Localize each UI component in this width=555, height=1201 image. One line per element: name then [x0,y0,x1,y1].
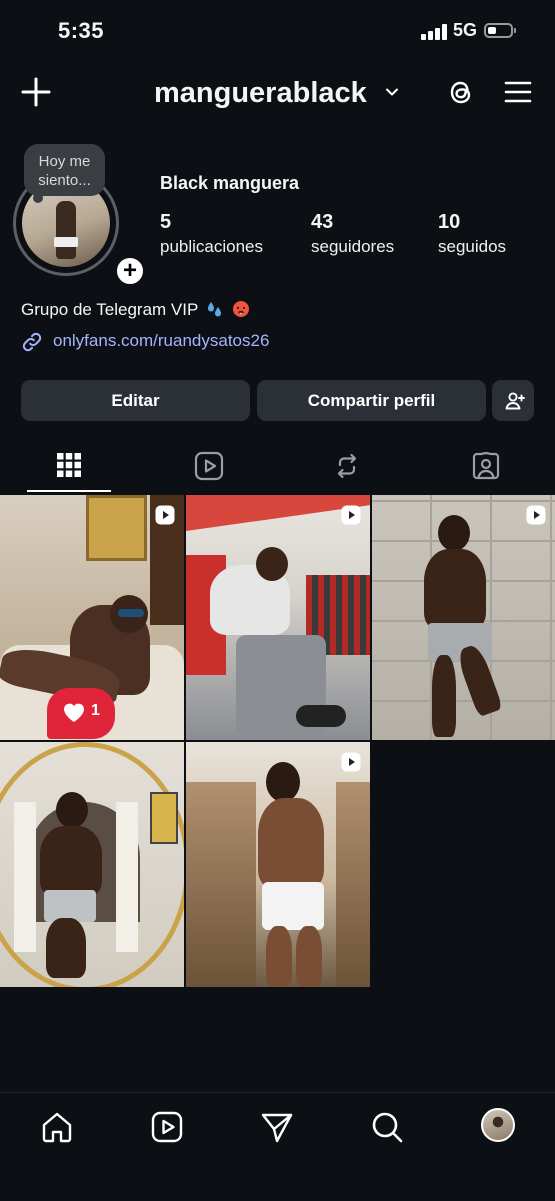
add-story-button[interactable]: + [113,254,147,288]
reels-icon [194,451,224,481]
display-name: Black manguera [160,173,300,193]
menu-icon[interactable] [503,77,533,107]
heart-icon [64,703,84,722]
tab-reposts[interactable] [291,440,402,494]
link-icon [22,332,42,352]
bottom-nav [0,1092,555,1201]
notification-count: 1 [91,702,100,719]
reel-badge-icon [341,752,361,772]
status-time: 5:35 [58,18,105,43]
post-thumbnail[interactable] [186,495,370,740]
activity-notification[interactable]: 1 [47,688,115,739]
chevron-down-icon[interactable] [384,84,400,100]
battery-icon [484,23,516,38]
bio-text: Grupo de Telegram VIP [21,300,199,319]
reel-badge-icon [341,505,361,525]
grid-icon [57,453,81,477]
stat-following[interactable]: 10 seguidos [438,210,506,260]
reel-badge-icon [526,505,546,525]
search-icon[interactable] [370,1110,404,1144]
username-title[interactable]: manguerablack [154,77,367,110]
tagged-icon [472,451,500,480]
profile-avatar[interactable] [481,1108,515,1142]
bio: Grupo de Telegram VIP [21,300,250,320]
edit-profile-button[interactable]: Editar [21,380,250,421]
hot-face-icon [232,301,249,317]
stat-count: 5 [160,211,172,233]
add-person-button[interactable] [492,380,534,421]
profile-header: manguerablack [0,70,555,120]
plus-icon[interactable] [20,76,52,108]
threads-icon[interactable] [445,76,477,108]
repost-icon [337,453,357,479]
profile-tabs [0,440,555,494]
tab-reels[interactable] [153,440,264,494]
stat-count: 43 [311,211,334,233]
stat-count: 10 [438,211,461,233]
sweat-droplets-icon [207,302,221,317]
stat-label: seguidos [438,237,507,256]
reel-badge-icon [155,505,175,525]
tab-posts[interactable] [14,440,125,494]
share-profile-button[interactable]: Compartir perfil [257,380,486,421]
stat-posts[interactable]: 5 publicaciones [160,210,263,260]
stat-followers[interactable]: 43 seguidores [311,210,394,260]
post-thumbnail[interactable] [0,742,184,987]
note-bubble[interactable]: Hoy me siento... [24,144,105,196]
post-thumbnail[interactable] [372,495,555,740]
stat-label: seguidores [311,237,395,256]
tab-tagged[interactable] [430,440,541,494]
status-bar: 5:35 5G [0,0,555,64]
add-person-icon [505,392,525,410]
stat-label: publicaciones [160,237,264,256]
link-text[interactable]: onlyfans.com/ruandysatos26 [53,331,269,351]
post-thumbnail[interactable] [186,742,370,987]
cellular-signal-icon [421,24,447,40]
network-type: 5G [453,20,478,40]
home-icon[interactable] [40,1110,74,1144]
send-icon[interactable] [260,1110,294,1144]
reels-icon[interactable] [150,1110,184,1144]
active-tab-indicator [27,490,111,492]
